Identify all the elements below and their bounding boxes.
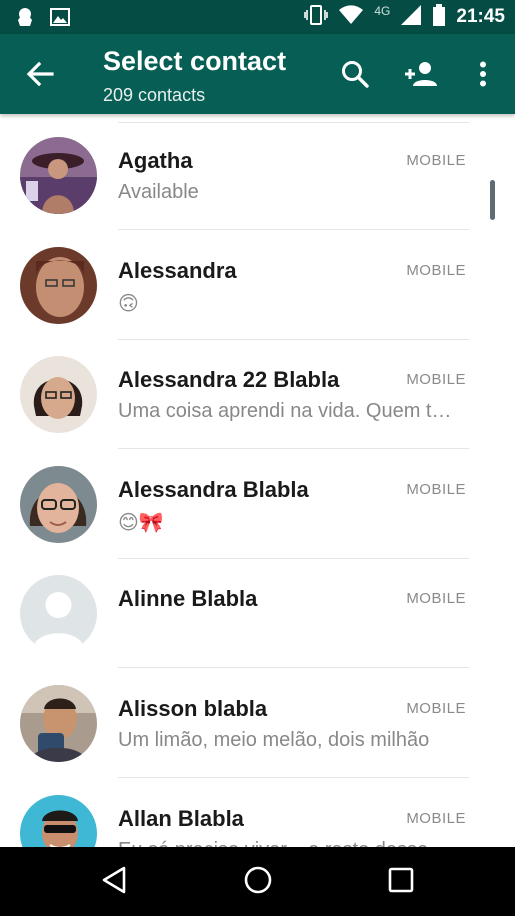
- contact-status: Available: [118, 181, 199, 203]
- contact-name: Allan Blabla: [118, 806, 244, 831]
- wifi-icon: [338, 4, 364, 30]
- avatar[interactable]: [20, 356, 97, 433]
- contact-list[interactable]: Agatha MOBILE Available Alessandra MOBIL…: [0, 114, 515, 847]
- contact-name: Alinne Blabla: [118, 586, 258, 611]
- contact-status: Eu só preciso viver... e resto desse: [118, 839, 463, 847]
- contact-item[interactable]: Allan Blabla MOBILE Eu só preciso viver.…: [0, 772, 515, 847]
- avatar[interactable]: [20, 795, 97, 847]
- contact-item[interactable]: Alisson blabla MOBILE Um limão, meio mel…: [0, 662, 515, 778]
- contact-status: Uma coisa aprendi na vida. Quem t…: [118, 400, 452, 422]
- contact-item[interactable]: Alessandra Blabla MOBILE 😊🎀: [0, 443, 515, 559]
- network-type: 4G: [374, 4, 391, 18]
- scrollbar[interactable]: [490, 180, 495, 220]
- contact-name: Alessandra: [118, 258, 237, 283]
- status-bar: 4G 21:45: [0, 0, 515, 34]
- search-icon: [342, 61, 369, 88]
- avatar[interactable]: [20, 137, 97, 214]
- contact-name: Alessandra 22 Blabla: [118, 367, 340, 392]
- phone-type: MOBILE: [406, 590, 466, 607]
- nav-recents-button[interactable]: [387, 865, 415, 900]
- contact-item[interactable]: Agatha MOBILE Available: [0, 114, 515, 230]
- avatar[interactable]: [20, 685, 97, 762]
- add-contact-icon: [405, 62, 437, 86]
- contact-count: 209 contacts: [103, 85, 206, 105]
- more-vert-icon: [480, 61, 486, 87]
- clock: 21:45: [456, 6, 505, 27]
- notification-app-icon: [14, 6, 36, 33]
- contact-status: 😊🎀: [118, 512, 164, 534]
- contact-item[interactable]: Alinne Blabla MOBILE: [0, 552, 515, 668]
- avatar[interactable]: [20, 575, 97, 652]
- contact-item[interactable]: Alessandra MOBILE 🙃: [0, 224, 515, 340]
- contact-status: Um limão, meio melão, dois milhão: [118, 729, 430, 751]
- add-contact-button[interactable]: [403, 56, 439, 92]
- more-options-button[interactable]: [474, 56, 492, 92]
- back-triangle-icon: [102, 866, 126, 894]
- nav-home-button[interactable]: [243, 865, 273, 900]
- navigation-bar: [0, 847, 515, 916]
- phone-type: MOBILE: [406, 152, 466, 169]
- phone-type: MOBILE: [406, 262, 466, 279]
- page-title: Select contact: [103, 46, 287, 76]
- signal-icon: [400, 4, 422, 31]
- recents-square-icon: [388, 867, 414, 893]
- phone-type: MOBILE: [406, 371, 466, 388]
- contact-name: Alessandra Blabla: [118, 477, 309, 502]
- contact-status: 🙃: [118, 293, 139, 315]
- battery-icon: [432, 3, 446, 31]
- gallery-icon: [50, 8, 70, 31]
- avatar[interactable]: [20, 247, 97, 324]
- back-button[interactable]: [22, 58, 58, 90]
- back-arrow-icon: [26, 61, 54, 87]
- default-avatar-icon: [20, 575, 97, 652]
- phone-type: MOBILE: [406, 700, 466, 717]
- contact-name: Agatha: [118, 148, 193, 173]
- avatar[interactable]: [20, 466, 97, 543]
- phone-type: MOBILE: [406, 810, 466, 827]
- home-circle-icon: [244, 866, 272, 894]
- app-bar: Select contact 209 contacts: [0, 34, 515, 114]
- nav-back-button[interactable]: [100, 865, 128, 900]
- phone-type: MOBILE: [406, 481, 466, 498]
- contact-name: Alisson blabla: [118, 696, 268, 721]
- vibrate-icon: [304, 4, 329, 31]
- search-button[interactable]: [338, 56, 372, 92]
- contact-item[interactable]: Alessandra 22 Blabla MOBILE Uma coisa ap…: [0, 333, 515, 449]
